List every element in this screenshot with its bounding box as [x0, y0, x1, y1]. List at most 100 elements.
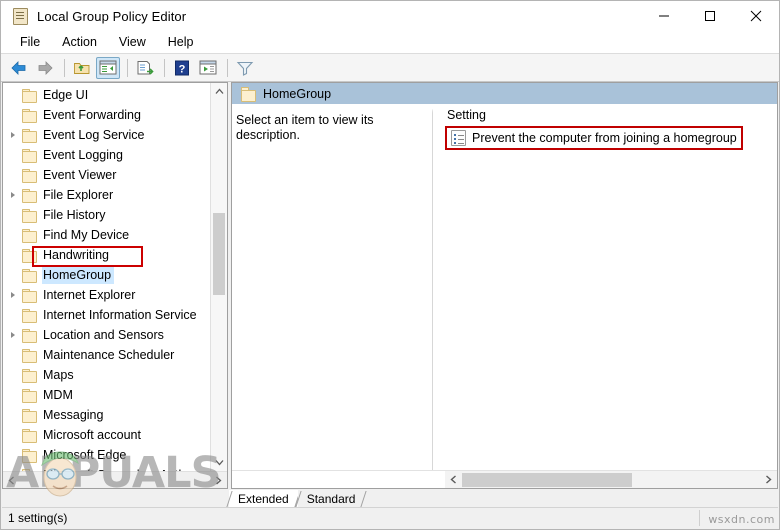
tree-item-mdm[interactable]: MDM — [3, 385, 210, 405]
tree-horizontal-scrollbar[interactable] — [3, 471, 227, 488]
console-tree-icon — [99, 60, 117, 75]
tree-item-find-my-device[interactable]: Find My Device — [3, 225, 210, 245]
scroll-down-button[interactable] — [211, 454, 227, 471]
tree-item-maps[interactable]: Maps — [3, 365, 210, 385]
tree-item-label: MDM — [43, 387, 73, 402]
back-icon — [11, 60, 26, 75]
scroll-up-button[interactable] — [211, 83, 227, 100]
tree-item-label: Messaging — [43, 407, 104, 422]
folder-icon — [21, 128, 37, 143]
settings-list-pane: Setting Prevent the computer from joinin… — [432, 104, 777, 470]
scroll-left-button-right-pane[interactable] — [445, 471, 462, 489]
up-one-level-button[interactable] — [70, 57, 94, 79]
scroll-track[interactable] — [445, 470, 777, 489]
menu-action[interactable]: Action — [51, 33, 108, 51]
expand-chevron-icon[interactable] — [5, 187, 21, 203]
tree-item-messaging[interactable]: Messaging — [3, 405, 210, 425]
folder-icon — [240, 87, 256, 102]
tree-item-microsoft-account[interactable]: Microsoft account — [3, 425, 210, 445]
folder-icon — [21, 328, 37, 343]
folder-icon — [21, 388, 37, 403]
toolbar-separator-2 — [127, 58, 128, 77]
tree-item-label: Internet Information Service — [43, 307, 197, 322]
tree-vertical-scrollbar[interactable] — [210, 83, 227, 471]
show-hide-console-tree-button[interactable] — [96, 56, 120, 79]
minimize-icon — [659, 15, 669, 17]
scroll-thumb[interactable] — [213, 213, 225, 295]
tree-item-event-logging[interactable]: Event Logging — [3, 145, 210, 165]
tree-item-file-history[interactable]: File History — [3, 205, 210, 225]
status-bar: 1 setting(s) — [2, 507, 778, 528]
folder-icon — [21, 228, 37, 243]
tree-item-internet-information-service[interactable]: Internet Information Service — [3, 305, 210, 325]
local-group-policy-editor-window: Local Group Policy Editor File Action Vi… — [0, 0, 780, 530]
tree-item-internet-explorer[interactable]: Internet Explorer — [3, 285, 210, 305]
close-button[interactable] — [733, 1, 779, 31]
forward-button[interactable] — [33, 57, 57, 79]
scrollbar-gutter — [232, 470, 445, 488]
tree-item-homegroup[interactable]: HomeGroup — [3, 265, 210, 285]
close-icon — [750, 10, 762, 22]
folder-icon — [21, 408, 37, 423]
filter-icon — [236, 61, 254, 76]
tree-item-edge-ui[interactable]: Edge UI — [3, 85, 210, 105]
chevron-left-icon — [8, 476, 14, 484]
action-pane-icon — [199, 60, 217, 75]
help-button[interactable]: ? — [170, 57, 194, 79]
scroll-right-button-right-pane[interactable] — [760, 471, 777, 489]
chevron-down-icon — [215, 460, 223, 466]
scroll-thumb-horizontal[interactable] — [462, 472, 632, 487]
expand-chevron-icon[interactable] — [5, 127, 21, 143]
scroll-right-button[interactable] — [210, 472, 227, 489]
tree-item-location-and-sensors[interactable]: Location and Sensors — [3, 325, 210, 345]
menu-bar: File Action View Help — [1, 31, 779, 54]
tree-item-label: Location and Sensors — [43, 327, 164, 342]
tree-item-handwriting[interactable]: Handwriting — [3, 245, 210, 265]
tree-item-label: Event Log Service — [43, 127, 145, 142]
tree-view[interactable]: Edge UI Event Forwarding Event Log Service… — [3, 83, 210, 471]
tree-item-label: Internet Explorer — [43, 287, 136, 302]
export-icon — [137, 60, 154, 75]
tabs-filler — [364, 490, 778, 507]
tree-item-event-log-service[interactable]: Event Log Service — [3, 125, 210, 145]
menu-file[interactable]: File — [9, 33, 51, 51]
show-hide-action-pane-button[interactable] — [196, 57, 220, 79]
scroll-left-button[interactable] — [3, 472, 20, 489]
description-pane: Select an item to view its description. — [232, 104, 432, 470]
maximize-button[interactable] — [687, 1, 733, 31]
settings-horizontal-scrollbar[interactable] — [232, 470, 777, 488]
tree-item-event-forwarding[interactable]: Event Forwarding — [3, 105, 210, 125]
settings-pane: HomeGroup Select an item to view its des… — [231, 82, 778, 489]
menu-help[interactable]: Help — [157, 33, 205, 51]
column-header-setting[interactable]: Setting — [433, 104, 777, 125]
tree-item-label: Event Forwarding — [43, 107, 141, 122]
chevron-right-icon — [216, 476, 222, 484]
expand-chevron-icon[interactable] — [5, 327, 21, 343]
folder-icon — [21, 268, 37, 283]
setting-list-item[interactable]: Prevent the computer from joining a home… — [445, 126, 743, 150]
minimize-button[interactable] — [641, 1, 687, 31]
folder-icon — [21, 148, 37, 163]
folder-icon — [21, 428, 37, 443]
filter-button[interactable] — [233, 57, 257, 79]
tree-item-file-explorer[interactable]: File Explorer — [3, 185, 210, 205]
tree-item-label: Maintenance Scheduler — [43, 347, 175, 362]
folder-icon — [21, 108, 37, 123]
window-title: Local Group Policy Editor — [37, 8, 187, 24]
chevron-up-icon — [215, 88, 223, 94]
tree-item-event-viewer[interactable]: Event Viewer — [3, 165, 210, 185]
export-list-button[interactable] — [133, 57, 157, 79]
toolbar: ? — [1, 54, 779, 82]
expand-chevron-icon[interactable] — [5, 287, 21, 303]
tree-item-microsoft-edge[interactable]: Microsoft Edge — [3, 445, 210, 465]
tab-extended[interactable]: Extended — [229, 490, 298, 507]
tree-item-maintenance-scheduler[interactable]: Maintenance Scheduler — [3, 345, 210, 365]
tab-standard[interactable]: Standard — [297, 490, 365, 507]
back-button[interactable] — [7, 57, 31, 79]
menu-view[interactable]: View — [108, 33, 157, 51]
